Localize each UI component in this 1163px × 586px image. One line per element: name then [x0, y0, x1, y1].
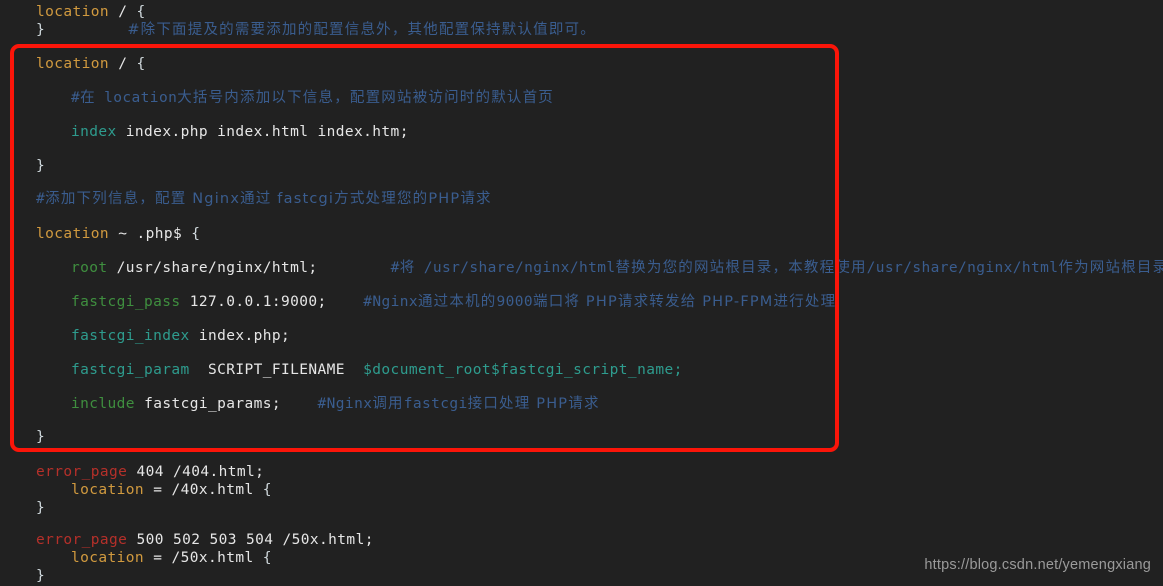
code-line: location = /40x.html { — [0, 481, 272, 499]
code-token: 接口处理 PHP请求 — [467, 396, 600, 412]
code-token: /usr/share/nginx/html — [866, 260, 1059, 276]
code-line: location / { — [0, 55, 146, 73]
nginx-config-screenshot: location / {} #除下面提及的需要添加的配置信息外，其他配置保持默认… — [0, 0, 1163, 586]
code-token: = /40x.html — [153, 482, 254, 498]
code-token: } — [36, 500, 46, 516]
code-line: } — [0, 567, 45, 585]
code-token: fastcgi — [403, 396, 468, 412]
code-line: location / { — [0, 3, 146, 21]
code-line: } — [0, 428, 45, 446]
code-line: index index.php index.html index.htm; — [0, 123, 409, 141]
code-token: fastcgi_pass — [71, 294, 181, 310]
code-line: fastcgi_pass 127.0.0.1:9000; #Nginx通过本机的… — [0, 293, 836, 311]
code-line: } — [0, 499, 45, 517]
code-token: location — [71, 550, 145, 566]
code-line: error_page 500 502 503 504 /50x.html; — [0, 531, 374, 549]
code-token: error_page — [36, 532, 128, 548]
code-token: 500 502 503 504 /50x.html; — [136, 532, 374, 548]
code-line: include fastcgi_params; #Nginx调用fastcgi接… — [0, 395, 600, 413]
code-token: { — [136, 56, 146, 72]
code-token: location — [36, 226, 110, 242]
code-token: error_page — [36, 464, 128, 480]
code-token: #Nginx — [363, 294, 418, 310]
code-token: { — [262, 550, 272, 566]
code-line: #在 location大括号内添加以下信息，配置网站被访问时的默认首页 — [0, 89, 554, 107]
code-token: $document_root$fastcgi_script_name; — [363, 362, 683, 378]
code-token: index.php; — [198, 328, 291, 344]
code-line: error_page 404 /404.html; — [0, 463, 264, 481]
code-token: #除下面提及的需要添加的配置信息外，其他配置保持默认值即可。 — [127, 22, 596, 38]
code-token: { — [262, 482, 272, 498]
code-token: 通过本机的 — [417, 294, 497, 310]
code-token: } — [36, 429, 46, 445]
code-token: } — [36, 158, 46, 174]
code-line: location = /50x.html { — [0, 549, 272, 567]
code-token: location — [36, 4, 110, 20]
code-line: root /usr/share/nginx/html; #将 /usr/shar… — [0, 259, 1163, 277]
code-token: #将 /usr/share/nginx/html — [390, 260, 616, 276]
code-token: fastcgi_param — [71, 362, 190, 378]
code-token: 添加下列信息，配置 Nginx通过 fastcgi方式处理您的PHP请求 — [45, 191, 492, 207]
code-token: # — [36, 191, 46, 207]
code-token: index.php index.html index.htm; — [125, 124, 409, 140]
code-token: { — [136, 4, 146, 20]
code-token: / — [118, 4, 128, 20]
code-token: location — [71, 482, 145, 498]
code-line: fastcgi_param SCRIPT_FILENAME $document_… — [0, 361, 683, 379]
watermark-url: https://blog.csdn.net/yemengxiang — [924, 557, 1151, 573]
code-token: ~ — [118, 226, 128, 242]
code-token: fastcgi_index — [71, 328, 190, 344]
code-token: .php$ — [136, 226, 183, 242]
code-token: include — [71, 396, 135, 412]
code-line: #添加下列信息，配置 Nginx通过 fastcgi方式处理您的PHP请求 — [0, 190, 492, 208]
code-line: } — [0, 157, 45, 175]
code-token: } — [36, 568, 46, 584]
code-token: root — [71, 260, 108, 276]
code-token: 作为网站根目录 — [1058, 260, 1163, 276]
code-line: } #除下面提及的需要添加的配置信息外，其他配置保持默认值即可。 — [0, 21, 596, 39]
code-token: 9000 — [496, 294, 533, 310]
code-token: = /50x.html — [153, 550, 254, 566]
code-token: fastcgi_params; — [144, 396, 282, 412]
code-token: 127.0.0.1:9000; — [189, 294, 327, 310]
code-token: 大括号内添加以下信息，配置网站被访问时的默认首页 — [177, 90, 555, 106]
code-token: /usr/share/nginx/html; — [116, 260, 318, 276]
code-token: 替换为您的网站根目录，本教程使用 — [615, 260, 867, 276]
code-token: SCRIPT_FILENAME — [207, 362, 345, 378]
code-token: location — [36, 56, 110, 72]
code-token: 端口将 PHP请求转发给 PHP-FPM进行处理 — [533, 294, 837, 310]
code-token: 调用 — [372, 396, 404, 412]
code-line: fastcgi_index index.php; — [0, 327, 290, 345]
code-token: index — [71, 124, 117, 140]
code-token: / — [118, 56, 128, 72]
code-line: location ~ .php$ { — [0, 225, 200, 243]
code-token: } — [36, 22, 46, 38]
code-block: location / {} #除下面提及的需要添加的配置信息外，其他配置保持默认… — [0, 0, 1163, 586]
code-token: #Nginx — [317, 396, 373, 412]
code-token: 404 /404.html; — [136, 464, 265, 480]
code-token: { — [191, 226, 201, 242]
code-token: #在 location — [71, 90, 178, 106]
